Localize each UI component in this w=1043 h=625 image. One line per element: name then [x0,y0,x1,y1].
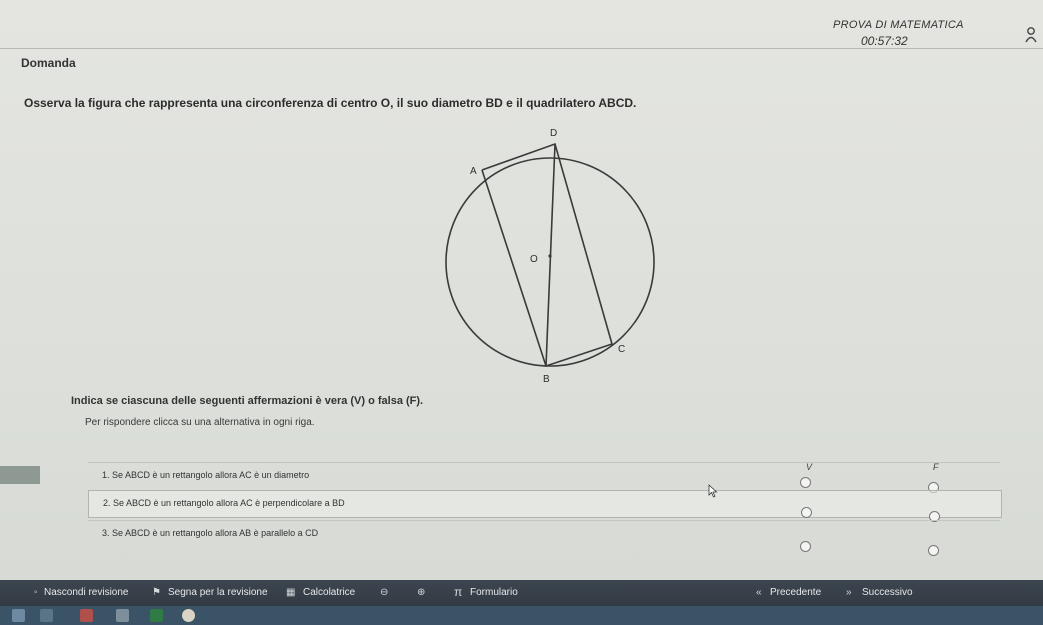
radio-f-row-3[interactable] [928,545,939,556]
subinstruction-text: Per rispondere clicca su una alternativa… [85,417,315,428]
radio-v-row-2[interactable] [801,507,812,518]
calculator-button[interactable]: Calcolatrice [303,587,355,598]
center-point [548,254,552,258]
label-a: A [470,166,477,177]
mark-review-button[interactable]: Segna per la revisione [168,587,268,598]
start-icon[interactable] [12,609,25,622]
exam-title: PROVA DI MATEMATICA [833,19,964,31]
previous-button[interactable]: Precedente [770,587,821,598]
formulary-button[interactable]: Formulario [470,587,518,598]
os-taskbar [0,606,1043,625]
radio-v-row-3[interactable] [800,541,811,552]
taskbar-app-icon[interactable] [116,609,129,622]
table-row: 1. Se ABCD è un rettangolo allora AC è u… [88,462,1000,493]
section-label: Domanda [21,56,76,70]
double-chevron-right-icon: » [846,587,852,598]
taskbar-app-icon[interactable] [80,609,93,622]
label-b: B [543,374,550,385]
header-divider [0,48,1043,49]
next-button[interactable]: Successivo [862,587,913,598]
label-d: D [550,128,557,139]
table-row: 3. Se ABCD è un rettangolo allora AB è p… [88,520,1000,556]
statement-label: 2. Se ABCD è un rettangolo allora AC è p… [103,498,345,508]
calculator-icon: ▦ [286,587,296,598]
statement-label: 3. Se ABCD è un rettangolo allora AB è p… [102,528,319,538]
double-chevron-left-icon: « [756,587,762,598]
answer-table: V F 1. Se ABCD è un rettangolo allora AC… [88,458,1002,568]
exam-timer: 00:57:32 [861,34,908,48]
taskbar-app-icon[interactable] [40,609,53,622]
zoom-out-icon[interactable]: ⊖ [380,587,388,598]
question-text: Osserva la figura che rappresenta una ci… [24,96,637,110]
pi-icon: π [454,585,463,599]
table-row: 2. Se ABCD è un rettangolo allora AC è p… [88,490,1002,522]
spreadsheet-app-icon[interactable] [150,609,163,622]
browser-app-icon[interactable] [182,609,195,622]
hide-review-button[interactable]: Nascondi revisione [44,587,129,598]
instruction-text: Indica se ciascuna delle seguenti afferm… [71,395,424,407]
side-tab [0,466,40,484]
bottom-toolbar: ◦ Nascondi revisione ⚑ Segna per la revi… [0,580,1043,606]
eye-off-icon: ◦ [34,587,38,598]
radio-v-row-1[interactable] [800,477,811,488]
statement-label: 1. Se ABCD è un rettangolo allora AC è u… [102,470,310,480]
label-c: C [618,344,625,355]
flag-icon: ⚑ [152,587,161,598]
geometry-figure: D A O C B [445,128,655,385]
mouse-cursor-icon [708,484,718,498]
user-icon[interactable] [1024,26,1038,44]
label-o: O [530,254,538,265]
exam-screen: PROVA DI MATEMATICA 00:57:32 Domanda Oss… [0,0,1043,625]
zoom-in-icon[interactable]: ⊕ [417,587,425,598]
